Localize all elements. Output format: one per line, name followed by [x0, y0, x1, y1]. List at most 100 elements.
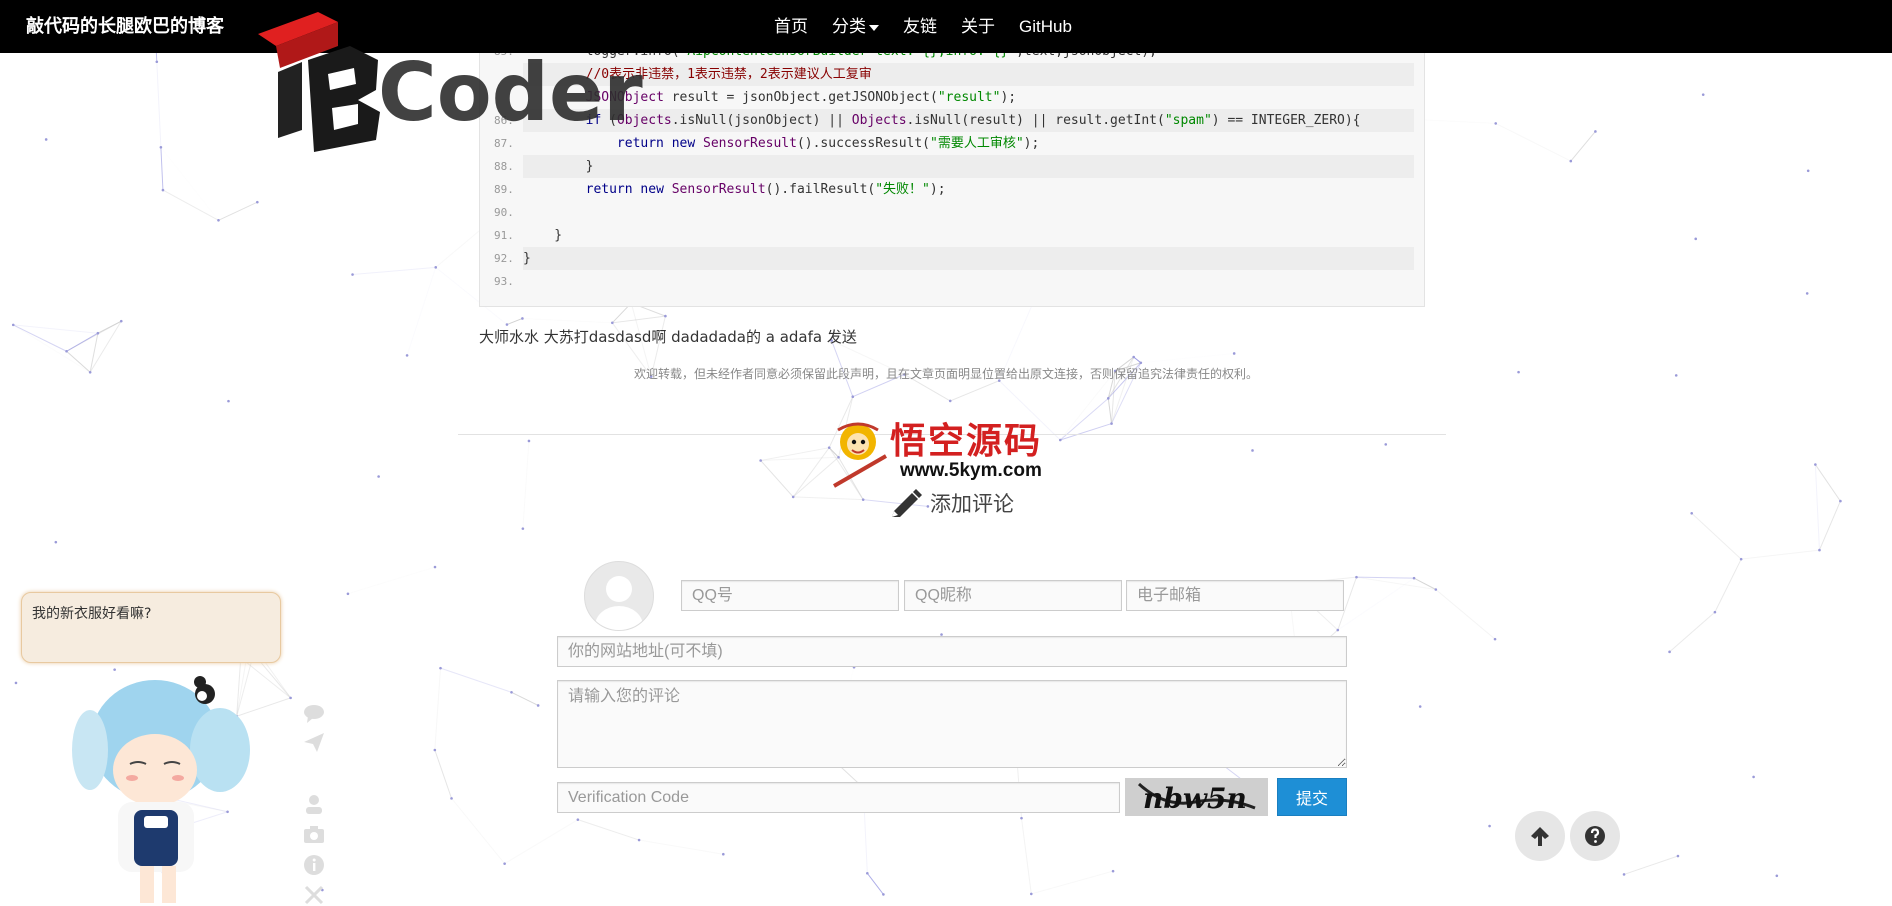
network-line — [792, 447, 830, 498]
network-line — [522, 440, 530, 529]
network-node — [1713, 610, 1717, 614]
qq-number-input[interactable] — [681, 580, 899, 611]
network-node — [1132, 355, 1135, 359]
verification-code-input[interactable] — [557, 782, 1120, 813]
network-line — [504, 819, 579, 865]
site-brand[interactable]: 敲代码的长腿欧巴的博客 — [26, 0, 224, 53]
code-source: } — [523, 155, 1414, 178]
monkey-logo-icon — [833, 422, 887, 488]
user-icon[interactable] — [303, 793, 325, 815]
network-line — [639, 839, 724, 855]
network-node — [1494, 122, 1498, 125]
arrow-up-icon — [1531, 827, 1549, 846]
network-line — [440, 667, 512, 693]
watermark-url: www.5kym.com — [900, 460, 1042, 481]
network-node — [351, 273, 354, 276]
network-line — [793, 496, 864, 501]
network-node — [1020, 816, 1023, 820]
network-node — [1775, 874, 1779, 878]
network-line — [1107, 398, 1113, 424]
copyright-notice: 欢迎转载，但未经作者同意必须保留此段声明，且在文章页面明显位置给出原文连接，否则… — [633, 367, 1258, 381]
network-node — [637, 838, 641, 842]
info-icon[interactable] — [303, 854, 325, 876]
code-token: "result" — [937, 90, 1001, 105]
chat-icon[interactable] — [303, 702, 325, 724]
network-node — [722, 852, 725, 856]
network-line — [1741, 549, 1820, 560]
network-line — [612, 315, 666, 324]
submit-button[interactable]: 提交 — [1277, 778, 1347, 816]
network-node — [433, 748, 437, 752]
coder-logo: Coder — [258, 12, 643, 152]
caret-down-icon — [869, 24, 879, 31]
network-line — [1435, 589, 1496, 640]
code-token: ); — [1023, 136, 1040, 151]
network-line — [1141, 353, 1234, 362]
nav-home-link[interactable]: 首页 — [762, 0, 820, 53]
network-line — [1714, 558, 1742, 613]
code-source: return new SensorResult().failResult("失败… — [523, 178, 1414, 201]
network-node — [54, 540, 58, 544]
network-node — [450, 797, 453, 800]
network-line — [218, 201, 258, 221]
network-node — [289, 696, 292, 700]
code-token: result = jsonObject.getJSONObject( — [663, 90, 938, 105]
scroll-top-button[interactable] — [1515, 811, 1565, 861]
avatar — [584, 561, 654, 631]
comment-textarea[interactable] — [557, 680, 1347, 768]
add-comment-label: 添加评论 — [930, 492, 1014, 516]
network-node — [65, 349, 68, 353]
network-node — [11, 323, 15, 327]
network-line — [66, 332, 99, 352]
network-line — [950, 380, 1000, 402]
nav-friends-link[interactable]: 友链 — [891, 0, 949, 53]
network-line — [434, 749, 452, 799]
paper-plane-icon[interactable] — [303, 731, 325, 753]
network-node — [1818, 548, 1821, 552]
website-input[interactable] — [557, 636, 1347, 667]
code-line: 90. — [480, 201, 1424, 224]
network-line — [451, 798, 506, 864]
code-token: return new — [585, 182, 664, 197]
mascot-character[interactable] — [70, 660, 280, 903]
watermark-title: 悟空源码 — [890, 420, 1043, 462]
network-node — [1110, 422, 1113, 425]
camera-icon[interactable] — [303, 823, 325, 845]
network-line — [1021, 818, 1032, 894]
code-token: ().successResult( — [796, 136, 931, 151]
code-token: "失败！" — [875, 182, 930, 197]
network-node — [510, 690, 513, 694]
code-token: ().failResult( — [765, 182, 876, 197]
line-number: 90. — [494, 206, 514, 219]
network-line — [1819, 500, 1841, 551]
network-line — [1031, 870, 1114, 895]
network-node — [521, 527, 525, 530]
qq-nickname-input[interactable] — [904, 580, 1122, 611]
help-button[interactable] — [1570, 811, 1620, 861]
logo-text: Coder — [378, 46, 643, 139]
network-node — [1622, 873, 1626, 876]
network-line — [506, 317, 523, 326]
network-line — [434, 668, 442, 751]
nav-category-dropdown[interactable]: 分类 — [820, 0, 891, 53]
code-token: ) == INTEGER_ZERO){ — [1211, 113, 1361, 128]
captcha-image[interactable]: nbw5n — [1125, 778, 1268, 816]
code-line: 92.} — [480, 247, 1424, 270]
nav-about-link[interactable]: 关于 — [949, 0, 1007, 53]
network-node — [1690, 511, 1694, 515]
code-token: ); — [1000, 90, 1017, 105]
network-node — [1418, 705, 1422, 708]
network-node — [256, 200, 259, 204]
network-node — [434, 266, 438, 269]
code-token: Objects — [851, 113, 907, 128]
network-node — [1139, 361, 1143, 365]
code-token: } — [523, 251, 531, 266]
nav-github-link[interactable]: GitHub — [1007, 0, 1084, 53]
network-node — [1752, 775, 1755, 779]
network-node — [866, 871, 869, 875]
email-input[interactable] — [1126, 580, 1344, 611]
network-node — [611, 321, 614, 325]
network-node — [861, 498, 865, 501]
